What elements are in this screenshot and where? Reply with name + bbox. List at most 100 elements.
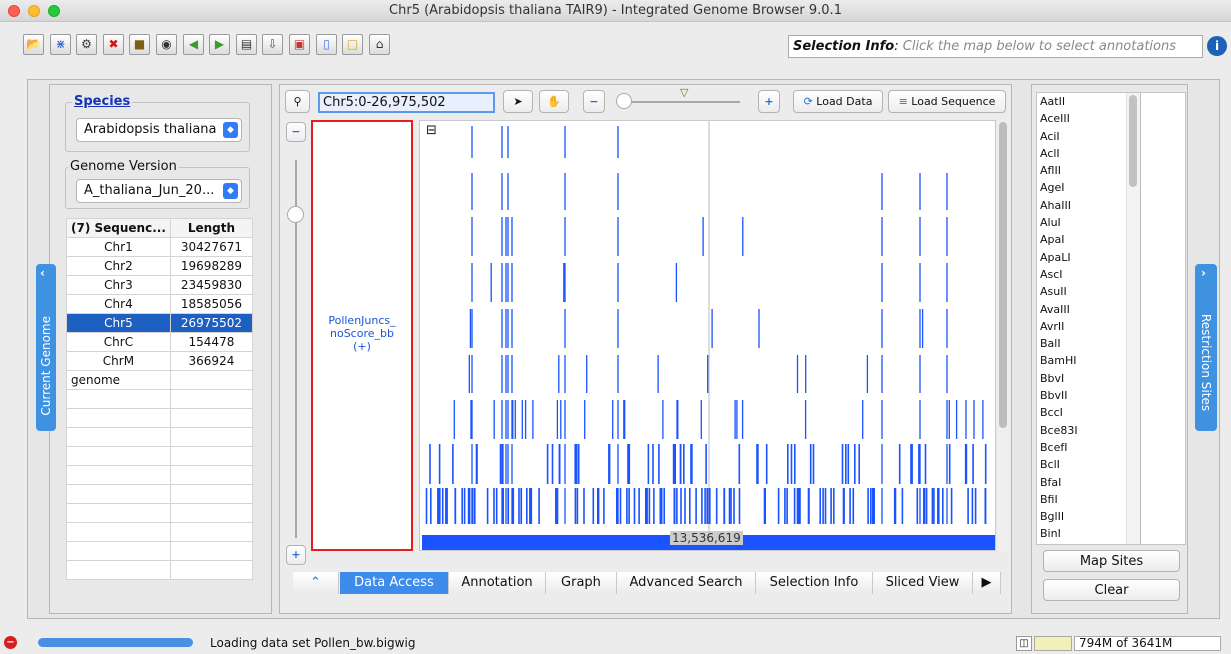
enzyme-list-scrollbar-thumb[interactable]: [1129, 95, 1137, 187]
genome-version-select[interactable]: A_thaliana_Jun_20... ◆: [76, 179, 242, 203]
enzyme-list-item[interactable]: BccI: [1037, 404, 1127, 421]
table-row[interactable]: [66, 522, 254, 542]
bookmark-icon[interactable]: ■: [129, 34, 150, 55]
pan-hand-icon[interactable]: ✋: [539, 90, 569, 113]
vertical-zoom-out-button[interactable]: −: [286, 122, 306, 142]
column-header-length[interactable]: Length: [169, 218, 254, 238]
tab-selection-info[interactable]: Selection Info: [756, 572, 873, 594]
cancel-load-icon[interactable]: −: [4, 636, 17, 649]
enzyme-list-item[interactable]: AhaIII: [1037, 197, 1127, 214]
enzyme-list-item[interactable]: AluI: [1037, 214, 1127, 231]
track-label[interactable]: PollenJuncs_ noScore_bb (+): [311, 120, 413, 551]
current-genome-tab[interactable]: ‹ Current Genome: [36, 264, 56, 431]
enzyme-list-item[interactable]: BamHI: [1037, 352, 1127, 369]
table-row[interactable]: [66, 389, 254, 409]
table-row[interactable]: Chr1 30427671: [66, 237, 254, 257]
enzyme-list-item[interactable]: AciI: [1037, 128, 1127, 145]
search-icon[interactable]: ⚲: [285, 90, 310, 113]
horizontal-zoom-thumb[interactable]: [616, 93, 632, 109]
species-link[interactable]: Species: [72, 95, 133, 109]
table-row[interactable]: [66, 408, 254, 428]
enzyme-list-item[interactable]: AvaIII: [1037, 301, 1127, 318]
forward-arrow-icon[interactable]: ▶: [209, 34, 230, 55]
selection-info-field[interactable]: Selection Info: Click the map below to s…: [788, 35, 1203, 58]
enzyme-list-item[interactable]: AscI: [1037, 266, 1127, 283]
map-sites-button[interactable]: Map Sites: [1043, 550, 1180, 572]
enzyme-list[interactable]: AatII AceIII AciI AclI AflII AgeI AhaIII AluI Ap…: [1036, 92, 1186, 545]
gear-icon[interactable]: ⚙: [76, 34, 97, 55]
load-sequence-button[interactable]: ≡ Load Sequence: [888, 90, 1006, 113]
load-data-button[interactable]: ⟳ Load Data: [793, 90, 883, 113]
collapse-tabs-button[interactable]: ⌃: [293, 572, 339, 594]
track-canvas[interactable]: ⊟ 13,536,619: [419, 120, 996, 551]
track-scrollbar-thumb[interactable]: [999, 122, 1007, 428]
table-row[interactable]: Chr4 18585056: [66, 294, 254, 314]
enzyme-list-item[interactable]: Bce83I: [1037, 422, 1127, 439]
table-row[interactable]: genome: [66, 370, 254, 390]
enzyme-list-item[interactable]: BclI: [1037, 456, 1127, 473]
horizontal-zoom-slider[interactable]: [616, 101, 740, 103]
table-row[interactable]: [66, 503, 254, 523]
table-row[interactable]: ChrM 366924: [66, 351, 254, 371]
enzyme-list-item[interactable]: AgeI: [1037, 179, 1127, 196]
info-icon[interactable]: i: [1207, 36, 1227, 56]
track-scrollbar[interactable]: [998, 120, 1008, 551]
document-icon[interactable]: ▯: [316, 34, 337, 55]
enzyme-list-item[interactable]: BfaI: [1037, 474, 1127, 491]
enzyme-list-item[interactable]: AclI: [1037, 145, 1127, 162]
enzyme-list-item[interactable]: BglII: [1037, 508, 1127, 525]
enzyme-list-item[interactable]: BalI: [1037, 335, 1127, 352]
back-arrow-icon[interactable]: ◀: [183, 34, 204, 55]
restriction-sites-tab[interactable]: › Restriction Sites: [1195, 264, 1217, 431]
table-row[interactable]: [66, 541, 254, 561]
film-icon[interactable]: ▤: [236, 34, 257, 55]
column-header-sequence[interactable]: (7) Sequenc...: [66, 218, 171, 238]
table-row[interactable]: Chr5 26975502: [66, 313, 254, 333]
clear-button[interactable]: Clear: [1043, 579, 1180, 601]
collapse-track-icon[interactable]: ⊟: [426, 123, 437, 138]
zoom-in-button[interactable]: +: [758, 90, 780, 113]
export-image-icon[interactable]: ⇩: [262, 34, 283, 55]
enzyme-list-item[interactable]: BcefI: [1037, 439, 1127, 456]
enzyme-list-item[interactable]: AatII: [1037, 93, 1127, 110]
enzyme-list-item[interactable]: ApaI: [1037, 231, 1127, 248]
enzyme-list-item[interactable]: BfiI: [1037, 491, 1127, 508]
table-row[interactable]: [66, 427, 254, 447]
select-pointer-icon[interactable]: ➤: [503, 90, 533, 113]
enzyme-list-item[interactable]: BinI: [1037, 525, 1127, 542]
enzyme-list-item[interactable]: AceIII: [1037, 110, 1127, 127]
enzyme-list-item[interactable]: BbvII: [1037, 387, 1127, 404]
zoom-window-button[interactable]: [48, 5, 60, 17]
tab-advanced-search[interactable]: Advanced Search: [617, 572, 756, 594]
tab-annotation[interactable]: Annotation: [449, 572, 546, 594]
home-icon[interactable]: ⌂: [369, 34, 390, 55]
enzyme-list-scrollbar[interactable]: [1126, 93, 1140, 544]
table-row[interactable]: ChrC 154478: [66, 332, 254, 352]
tab-graph[interactable]: Graph: [546, 572, 617, 594]
enzyme-list-item[interactable]: AsuII: [1037, 283, 1127, 300]
more-tabs-button[interactable]: ▶: [973, 572, 1001, 594]
selected-enzyme-list[interactable]: [1140, 93, 1185, 544]
table-row[interactable]: [66, 484, 254, 504]
trash-icon[interactable]: ◫: [1016, 636, 1032, 651]
dna-icon[interactable]: ⋇: [50, 34, 71, 55]
table-row[interactable]: Chr3 23459830: [66, 275, 254, 295]
table-row[interactable]: [66, 446, 254, 466]
close-window-button[interactable]: [8, 5, 20, 17]
open-folder-icon[interactable]: 📂: [23, 34, 44, 55]
tab-data-access[interactable]: Data Access: [340, 572, 449, 594]
zoom-out-button[interactable]: −: [583, 90, 605, 113]
vertical-zoom-thumb[interactable]: [287, 206, 304, 223]
vertical-zoom-in-button[interactable]: +: [286, 545, 306, 565]
stop-icon[interactable]: ✖: [103, 34, 124, 55]
table-row[interactable]: Chr2 19698289: [66, 256, 254, 276]
tab-sliced-view[interactable]: Sliced View: [873, 572, 973, 594]
table-row[interactable]: [66, 560, 254, 580]
location-input[interactable]: Chr5:0-26,975,502: [318, 92, 495, 113]
table-row[interactable]: [66, 465, 254, 485]
enzyme-list-item[interactable]: BbvI: [1037, 370, 1127, 387]
enzyme-list-item[interactable]: AflII: [1037, 162, 1127, 179]
minimize-window-button[interactable]: [28, 5, 40, 17]
window-icon[interactable]: ▣: [289, 34, 310, 55]
enzyme-list-item[interactable]: ApaLI: [1037, 249, 1127, 266]
